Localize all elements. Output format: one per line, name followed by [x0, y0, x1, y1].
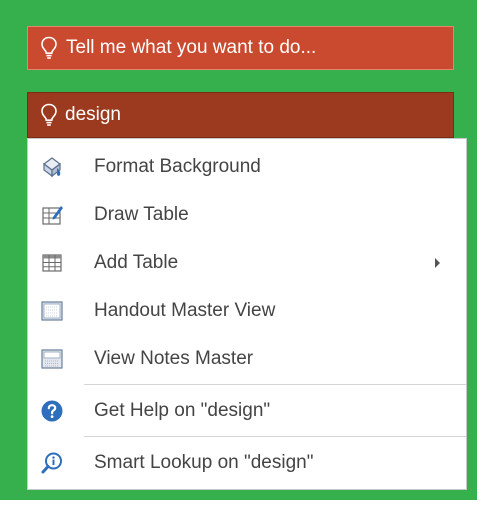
tell-me-box[interactable]: Tell me what you want to do... [27, 26, 454, 70]
smart-lookup-icon [40, 451, 64, 475]
menu-separator [84, 436, 466, 437]
tell-me-search-field[interactable] [27, 92, 454, 138]
menu-item-label: View Notes Master [94, 348, 254, 369]
search-input[interactable] [65, 104, 425, 126]
lightbulb-icon [41, 103, 57, 126]
lightbulb-icon [41, 36, 57, 59]
menu-item-handout-master-view[interactable]: Handout Master View [28, 287, 466, 335]
submenu-arrow-icon [435, 258, 440, 268]
menu-item-label: Format Background [94, 156, 261, 177]
menu-item-label: Smart Lookup on "design" [94, 452, 314, 473]
menu-item-add-table[interactable]: Add Table [28, 239, 466, 287]
menu-item-draw-table[interactable]: Draw Table [28, 191, 466, 239]
menu-item-label: Draw Table [94, 204, 189, 225]
menu-item-get-help[interactable]: Get Help on "design" [28, 387, 466, 435]
notes-master-icon [40, 347, 64, 371]
right-edge [477, 0, 483, 506]
menu-item-label: Handout Master View [94, 300, 276, 321]
bottom-edge [0, 500, 483, 506]
help-icon [40, 399, 64, 423]
tell-me-placeholder: Tell me what you want to do... [66, 37, 317, 58]
menu-item-label: Get Help on "design" [94, 400, 271, 421]
menu-item-smart-lookup[interactable]: Smart Lookup on "design" [28, 439, 466, 487]
handout-master-icon [40, 299, 64, 323]
add-table-icon [40, 251, 64, 275]
menu-item-format-background[interactable]: Format Background [28, 143, 466, 191]
search-results-menu: Format Background Draw Table Add Table H… [27, 138, 467, 490]
format-background-icon [40, 155, 64, 179]
draw-table-icon [40, 203, 64, 227]
menu-item-view-notes-master[interactable]: View Notes Master [28, 335, 466, 383]
menu-separator [84, 384, 466, 385]
menu-item-label: Add Table [94, 252, 179, 273]
